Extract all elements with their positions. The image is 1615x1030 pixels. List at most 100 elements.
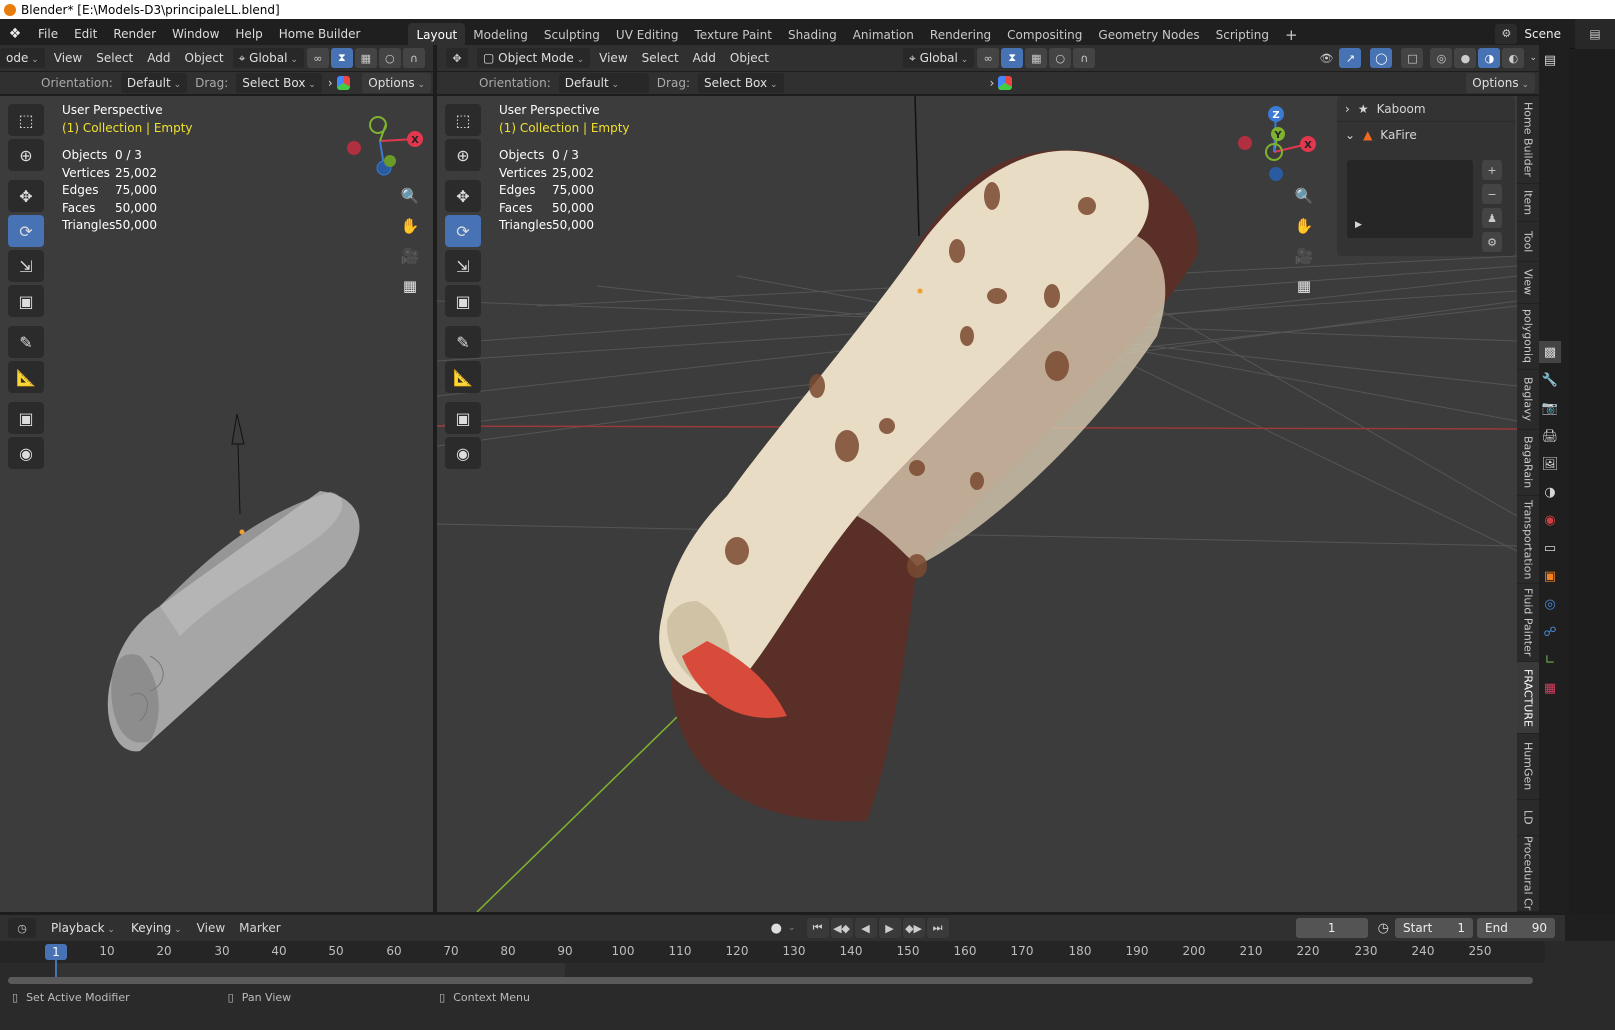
view-layer-icon[interactable]: ▤ (1575, 18, 1615, 49)
left-menu-object[interactable]: Object (178, 51, 231, 65)
right-viewport[interactable]: ⬚ ⊕ ✥ ⟳ ⇲ ▣ ✎ 📐 ▣ ◉ User Perspective (1)… (437, 96, 1517, 912)
gizmo-toggle-icon[interactable]: ↗ (1339, 48, 1362, 68)
next-keyframe-icon[interactable]: ◆▶ (902, 918, 925, 938)
timeline-menu-marker[interactable]: Marker (232, 921, 287, 935)
right-falloff-icon[interactable]: ∩ (1073, 48, 1096, 68)
menu-window[interactable]: Window (164, 19, 227, 49)
left-expand-chevron-icon[interactable]: › (324, 76, 337, 90)
right-rotate-tool-icon[interactable]: ⟳ (445, 215, 481, 247)
tab-layout[interactable]: Layout (408, 23, 466, 47)
right-color-icon[interactable] (998, 76, 1013, 90)
panel-kafire-header[interactable]: ⌄ ▲ KaFire (1337, 122, 1515, 148)
left-menu-select[interactable]: Select (89, 51, 140, 65)
side-tab-home-builder[interactable]: Home Builder (1517, 96, 1539, 184)
kafire-list[interactable]: ▶ (1347, 160, 1473, 238)
right-pivot-icon[interactable]: ∞ (977, 48, 1000, 68)
left-falloff-icon[interactable]: ∩ (402, 48, 425, 68)
jump-end-icon[interactable]: ⏭ (926, 918, 949, 938)
right-menu-view[interactable]: View (592, 51, 634, 65)
right-grid-icon[interactable]: ▦ (1292, 274, 1316, 298)
left-snap-target-icon[interactable]: ▦ (354, 48, 377, 68)
right-extra-tool-icon[interactable]: ◉ (445, 437, 481, 469)
side-tab-fluid-painter[interactable]: Fluid Painter (1517, 584, 1539, 662)
left-add-cube-tool-icon[interactable]: ▣ (8, 402, 44, 434)
right-menu-select[interactable]: Select (635, 51, 686, 65)
right-menu-add[interactable]: Add (686, 51, 723, 65)
side-tab-procedural[interactable]: Procedural Cr (1517, 836, 1539, 912)
left-viewport[interactable]: ⬚ ⊕ ✥ ⟳ ⇲ ▣ ✎ 📐 ▣ ◉ User Perspective (1)… (0, 96, 433, 912)
right-add-cube-tool-icon[interactable]: ▣ (445, 402, 481, 434)
right-select-box-tool-icon[interactable]: ⬚ (445, 104, 481, 136)
physics-properties-icon[interactable]: ◎ (1539, 593, 1561, 615)
right-menu-object[interactable]: Object (723, 51, 776, 65)
left-move-tool-icon[interactable]: ✥ (8, 180, 44, 212)
record-options-chevron-icon[interactable]: ⌄ (782, 923, 806, 933)
list-users-icon[interactable]: ♟ (1482, 208, 1502, 228)
side-tab-ld[interactable]: LD (1517, 800, 1539, 836)
scene-properties-icon[interactable]: ◑ (1539, 481, 1561, 503)
view-layer-properties-icon[interactable]: 🖼 (1539, 453, 1561, 475)
visibility-icon[interactable]: 👁 (1315, 48, 1338, 68)
scene-selector-icon[interactable]: ⚙ (1495, 23, 1518, 44)
side-tab-polygoniq[interactable]: polygoniq (1517, 304, 1539, 370)
side-tab-view[interactable]: View (1517, 262, 1539, 304)
left-proportional-icon[interactable]: ○ (378, 48, 401, 68)
play-icon[interactable]: ▶ (878, 918, 901, 938)
left-cursor-tool-icon[interactable]: ⊕ (8, 139, 44, 171)
texture-properties-icon[interactable]: ▦ (1539, 677, 1561, 699)
left-menu-add[interactable]: Add (140, 51, 177, 65)
tab-modeling[interactable]: Modeling (465, 23, 536, 47)
left-measure-tool-icon[interactable]: 📐 (8, 361, 44, 393)
tool-properties-icon[interactable]: ▩ (1539, 341, 1561, 363)
panel-kaboom-header[interactable]: › ★ Kaboom (1337, 96, 1515, 122)
constraints-properties-icon[interactable]: ☍ (1539, 621, 1561, 643)
left-zoom-icon[interactable]: 🔍 (398, 184, 422, 208)
right-cursor-tool-icon[interactable]: ⊕ (445, 139, 481, 171)
left-color-icon[interactable] (336, 76, 351, 90)
data-properties-icon[interactable]: ∟ (1539, 649, 1561, 671)
left-grid-icon[interactable]: ▦ (398, 274, 422, 298)
left-menu-view[interactable]: View (47, 51, 89, 65)
shading-solid-icon[interactable]: ● (1454, 48, 1477, 68)
tab-animation[interactable]: Animation (845, 23, 922, 47)
list-play-icon[interactable]: ▶ (1355, 220, 1362, 230)
menu-home-builder[interactable]: Home Builder (271, 19, 369, 49)
right-expand-chevron-icon[interactable]: › (986, 76, 999, 90)
timeline-editor-type-icon[interactable]: ◷ (8, 918, 36, 938)
end-frame-field[interactable]: End 90 (1477, 918, 1555, 938)
left-orientation-dropdown[interactable]: Default (120, 73, 188, 93)
preview-range-clock-icon[interactable]: ◷ (1368, 921, 1395, 936)
timeline-scrollbar[interactable] (8, 977, 1533, 984)
timeline-playback-dropdown[interactable]: Playback (45, 918, 121, 938)
right-scale-tool-icon[interactable]: ⇲ (445, 250, 481, 282)
side-tab-humgen[interactable]: HumGen (1517, 734, 1539, 800)
properties-editor-icon[interactable]: ▤ (1539, 49, 1561, 71)
shading-wireframe-icon[interactable]: ◎ (1430, 48, 1453, 68)
right-move-tool-icon[interactable]: ✥ (445, 180, 481, 212)
timeline-keying-dropdown[interactable]: Keying (125, 918, 188, 938)
tab-texture-paint[interactable]: Texture Paint (687, 23, 780, 47)
list-remove-icon[interactable]: − (1482, 184, 1502, 204)
left-drag-dropdown[interactable]: Select Box (236, 73, 322, 93)
left-mode-dropdown[interactable]: ode (0, 48, 45, 68)
right-mode-dropdown[interactable]: ▢ Object Mode (477, 48, 591, 68)
left-transform-tool-icon[interactable]: ▣ (8, 285, 44, 317)
left-navigation-gizmo[interactable]: X (340, 106, 430, 186)
left-snap-icon[interactable]: ⧗ (330, 48, 353, 68)
editor-type-icon[interactable]: ✥ (446, 48, 468, 68)
side-tab-baglavy[interactable]: Baglavy (1517, 370, 1539, 430)
side-tab-item[interactable]: Item (1517, 184, 1539, 222)
play-reverse-icon[interactable]: ◀ (854, 918, 877, 938)
menu-edit[interactable]: Edit (66, 19, 105, 49)
add-workspace-button[interactable]: + (1277, 23, 1306, 47)
left-annotate-tool-icon[interactable]: ✎ (8, 326, 44, 358)
start-frame-field[interactable]: Start 1 (1395, 918, 1473, 938)
side-tab-bagarain[interactable]: BagaRain (1517, 430, 1539, 496)
list-settings-icon[interactable]: ⚙ (1482, 232, 1502, 252)
blender-menu-icon[interactable]: ❖ (0, 26, 30, 42)
tab-scripting[interactable]: Scripting (1208, 23, 1277, 47)
collection-properties-icon[interactable]: ▭ (1539, 537, 1561, 559)
right-measure-tool-icon[interactable]: 📐 (445, 361, 481, 393)
shading-material-icon[interactable]: ◑ (1478, 48, 1501, 68)
right-transform-tool-icon[interactable]: ▣ (445, 285, 481, 317)
